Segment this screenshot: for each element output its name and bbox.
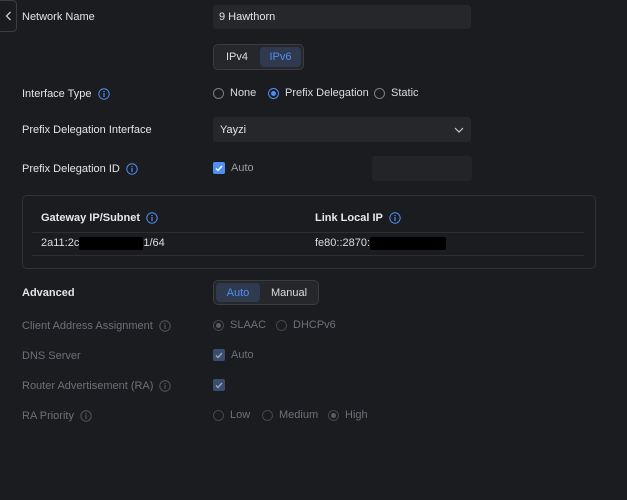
gateway-value-prefix: 2a11:2c	[41, 237, 80, 249]
interface-type-label: Interface Type	[22, 88, 92, 100]
dns-auto-checkbox[interactable]	[213, 349, 225, 361]
prefix-delegation-id-input[interactable]	[372, 156, 472, 181]
gateway-value: 2a11:2c 1/64	[41, 236, 165, 250]
slaac-option[interactable]: SLAAC	[213, 319, 266, 331]
interface-type-row-label: Interface Type	[22, 87, 110, 101]
chevron-down-icon	[454, 127, 464, 133]
prefix-delegation-interface-value: Yayzi	[220, 123, 247, 136]
prefix-delegation-interface-label: Prefix Delegation Interface	[22, 124, 152, 136]
interface-type-static-option[interactable]: Static	[374, 87, 419, 99]
link-local-header: Link Local IP	[315, 212, 401, 224]
chevron-left-icon	[5, 11, 11, 21]
advanced-auto-tab[interactable]: Auto	[216, 283, 260, 302]
radio-prefix-delegation[interactable]	[268, 87, 279, 99]
low-label: Low	[230, 409, 251, 421]
radio-dhcpv6[interactable]	[276, 319, 287, 331]
link-local-value: fe80::2870:	[315, 236, 447, 250]
table-divider	[32, 255, 584, 256]
network-name-label: Network Name	[22, 11, 95, 23]
ra-priority-medium-option[interactable]: Medium	[262, 409, 318, 421]
link-local-header-label: Link Local IP	[315, 212, 383, 224]
ra-priority-high-option[interactable]: High	[328, 409, 368, 421]
advanced-mode-toggle: Auto Manual	[213, 280, 319, 305]
gateway-header-label: Gateway IP/Subnet	[41, 212, 141, 224]
check-icon	[215, 382, 223, 389]
prefix-delegation-interface-select[interactable]: Yayzi	[213, 117, 471, 142]
gateway-value-suffix: 1/64	[143, 237, 165, 249]
slaac-label: SLAAC	[230, 319, 267, 331]
dhcpv6-option[interactable]: DHCPv6	[276, 319, 336, 331]
router-advertisement-row-label: Router Advertisement (RA)	[22, 379, 172, 393]
info-icon[interactable]	[80, 410, 92, 422]
ra-priority-low-option[interactable]: Low	[213, 409, 250, 421]
dns-server-auto[interactable]: Auto	[213, 349, 254, 361]
interface-type-none-option[interactable]: None	[213, 87, 256, 99]
none-label: None	[230, 87, 257, 99]
router-advertisement-toggle[interactable]	[213, 379, 225, 391]
check-icon	[215, 165, 223, 172]
static-label: Static	[391, 87, 419, 99]
advanced-manual-tab[interactable]: Manual	[262, 283, 316, 302]
prefix-delegation-id-row-label: Prefix Delegation ID	[22, 162, 138, 176]
info-icon[interactable]	[159, 380, 172, 392]
radio-static[interactable]	[374, 87, 385, 99]
prefix-delegation-label: Prefix Delegation	[285, 87, 369, 99]
prefix-delegation-id-auto[interactable]: Auto	[213, 162, 254, 174]
gateway-header: Gateway IP/Subnet	[41, 212, 158, 224]
back-button[interactable]	[0, 0, 17, 32]
radio-low[interactable]	[213, 409, 224, 421]
redaction-bar	[79, 236, 144, 250]
dns-auto-label: Auto	[231, 349, 254, 361]
info-icon[interactable]	[126, 163, 138, 175]
ipv6-tab[interactable]: IPv6	[260, 47, 301, 67]
prefix-delegation-id-label: Prefix Delegation ID	[22, 163, 120, 175]
medium-label: Medium	[279, 409, 319, 421]
radio-medium[interactable]	[262, 409, 273, 421]
dhcpv6-label: DHCPv6	[293, 319, 336, 331]
auto-label: Auto	[231, 162, 254, 174]
auto-checkbox[interactable]	[213, 162, 225, 174]
network-name-input[interactable]: 9 Hawthorn	[213, 5, 471, 29]
ra-priority-row-label: RA Priority	[22, 409, 92, 423]
ra-priority-label: RA Priority	[22, 410, 74, 422]
interface-type-prefix-delegation-option[interactable]: Prefix Delegation	[268, 87, 369, 99]
link-local-value-prefix: fe80::2870:	[315, 237, 371, 249]
client-address-assignment-label: Client Address Assignment	[22, 320, 153, 332]
radio-slaac[interactable]	[213, 319, 224, 331]
check-icon	[215, 352, 223, 359]
info-icon[interactable]	[97, 88, 110, 100]
table-divider	[32, 232, 584, 233]
high-label: High	[345, 409, 368, 421]
client-address-assignment-row-label: Client Address Assignment	[22, 319, 171, 333]
redaction-bar	[370, 236, 447, 250]
info-icon[interactable]	[159, 320, 171, 332]
router-advertisement-label: Router Advertisement (RA)	[22, 380, 154, 392]
router-advertisement-checkbox[interactable]	[213, 379, 225, 391]
radio-high[interactable]	[328, 409, 339, 421]
info-icon[interactable]	[146, 212, 158, 224]
info-icon[interactable]	[389, 212, 401, 224]
advanced-label: Advanced	[22, 287, 75, 299]
dns-server-label: DNS Server	[22, 350, 81, 362]
ipv4-tab[interactable]: IPv4	[216, 47, 258, 67]
ip-version-toggle: IPv4 IPv6	[213, 44, 304, 70]
radio-none[interactable]	[213, 87, 224, 99]
